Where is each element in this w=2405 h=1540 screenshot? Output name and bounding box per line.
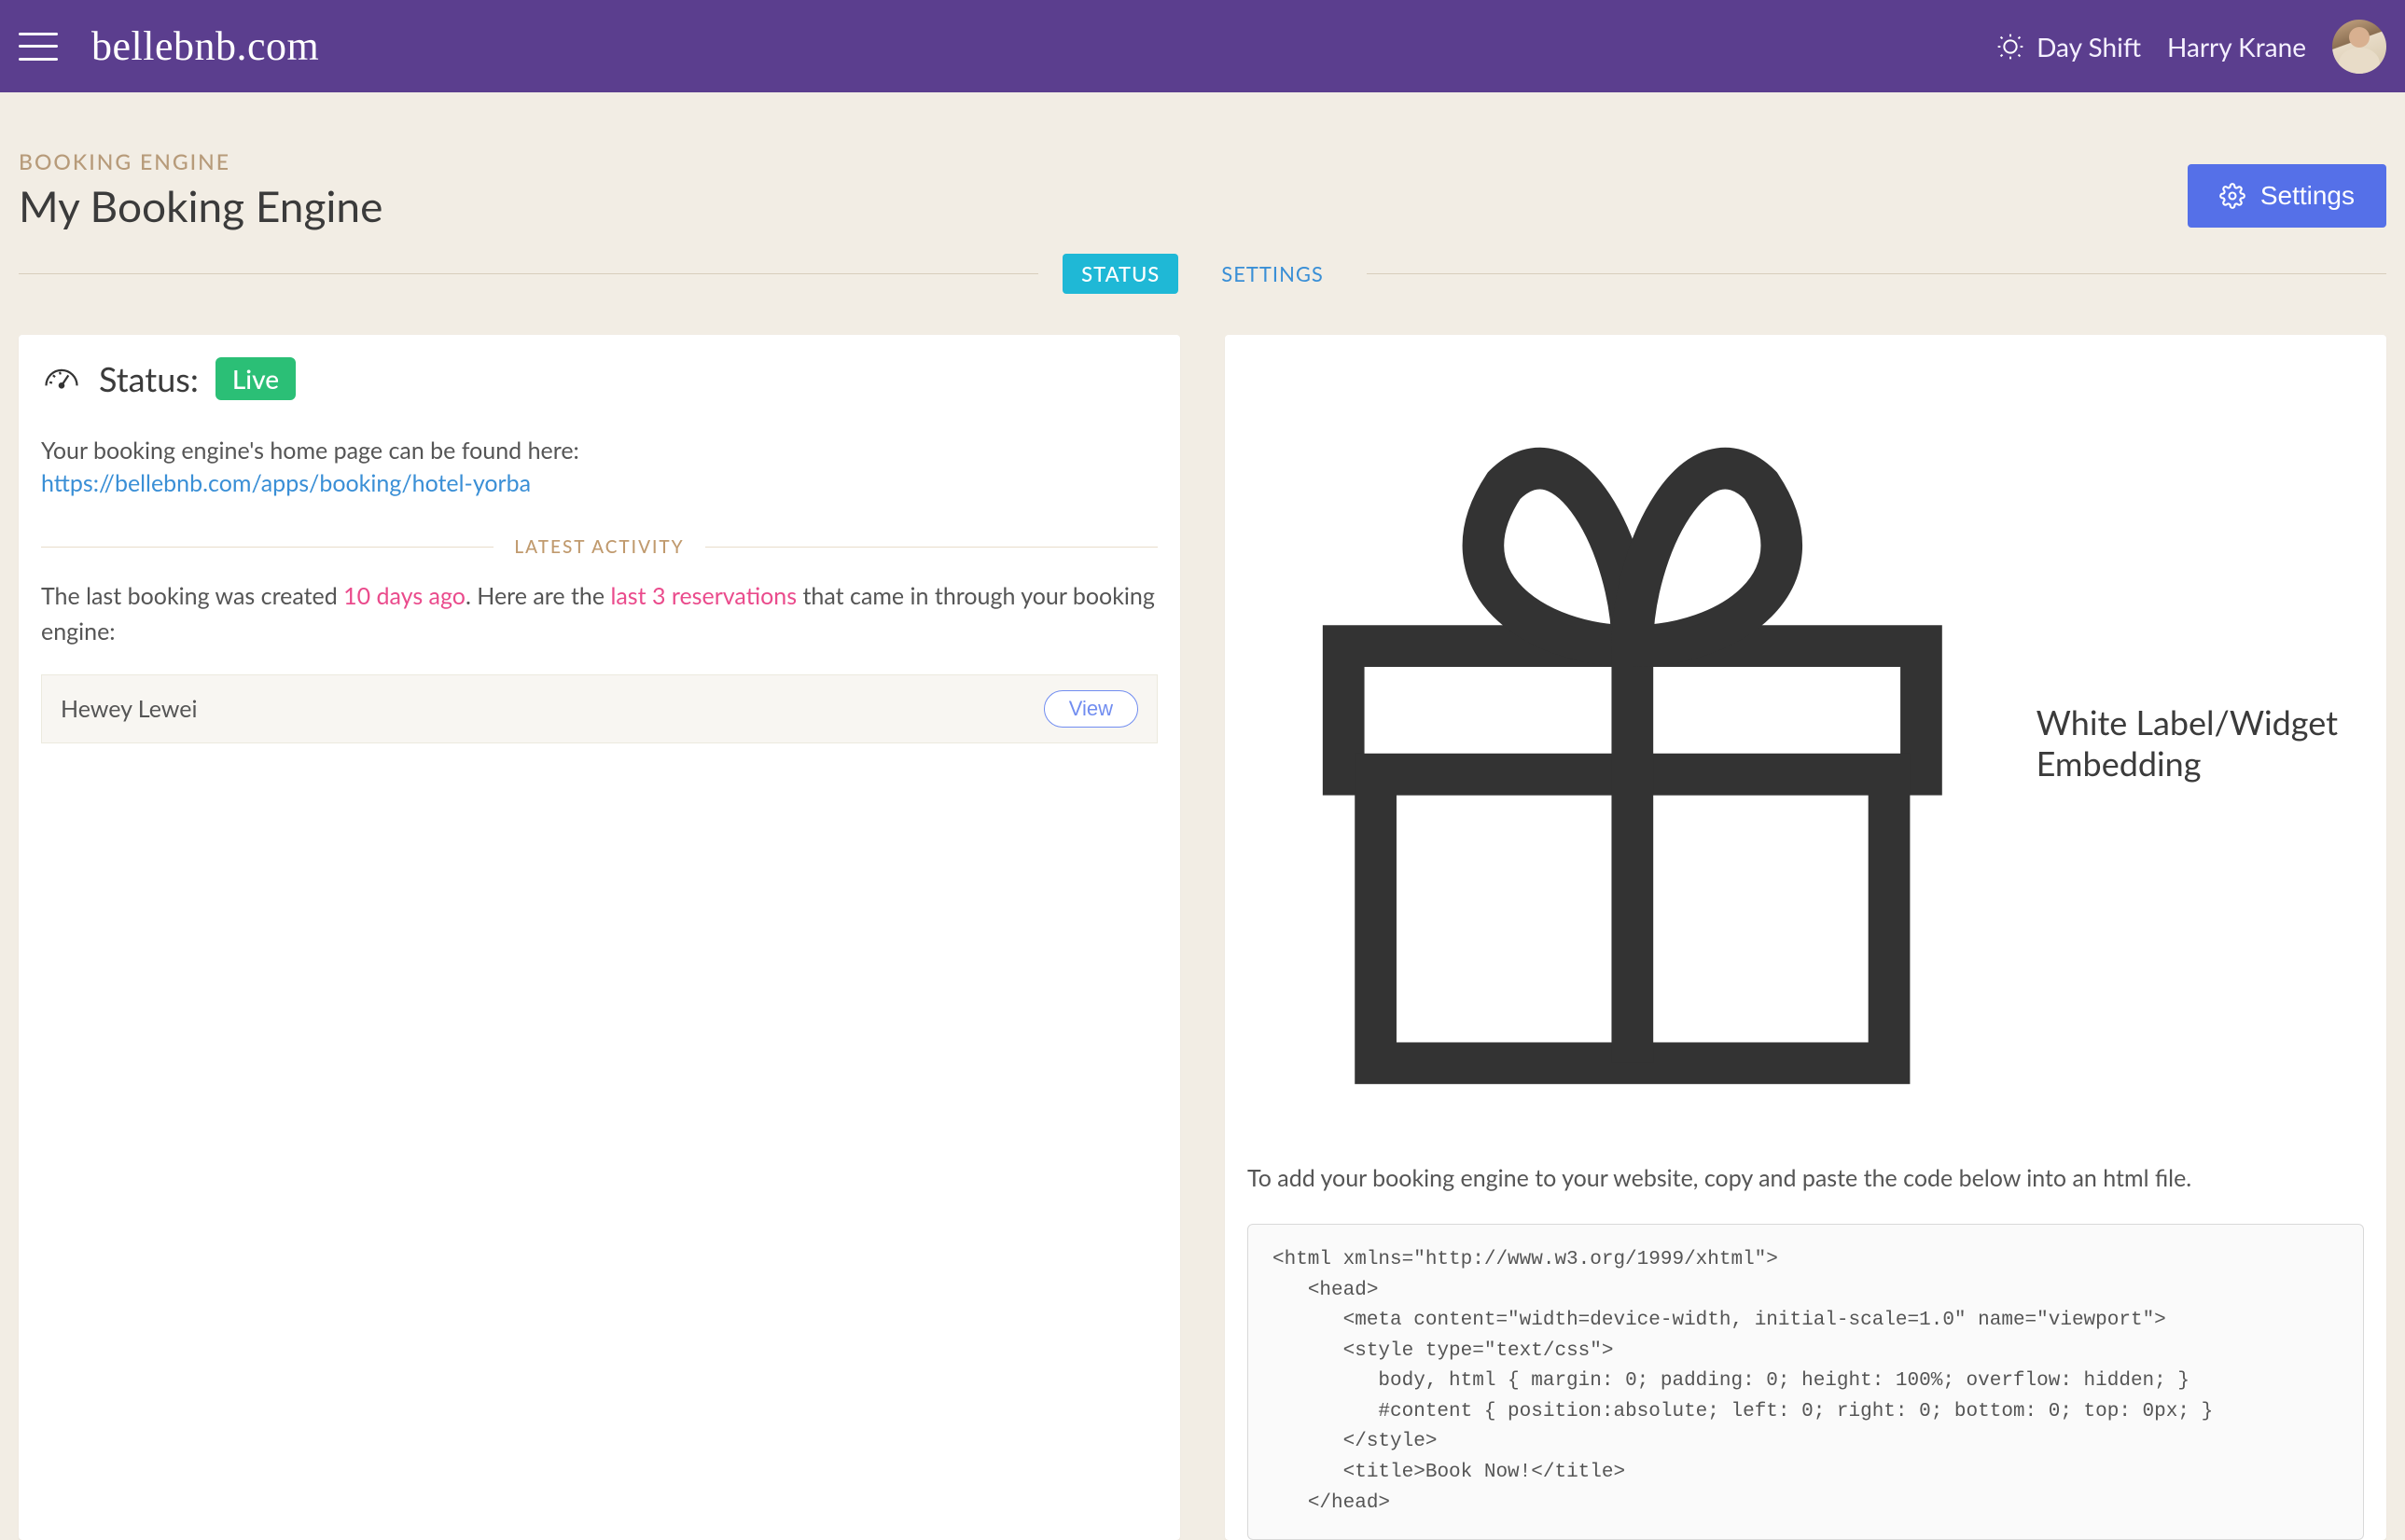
- embed-code[interactable]: <html xmlns="http://www.w3.org/1999/xhtm…: [1247, 1224, 2364, 1540]
- activity-reservation-count: last 3 reservations: [610, 582, 797, 610]
- page-header: BOOKING ENGINE My Booking Engine Setting…: [19, 148, 2386, 231]
- reservation-name: Hewey Lewei: [61, 695, 1044, 723]
- brand-logo[interactable]: bellebnb.com: [91, 22, 319, 70]
- embed-heading: White Label/Widget Embedding: [2037, 701, 2364, 784]
- gift-icon: [1247, 357, 2018, 1128]
- settings-button[interactable]: Settings: [2188, 164, 2386, 228]
- breadcrumb: BOOKING ENGINE: [19, 148, 2169, 174]
- activity-text: The last booking was created 10 days ago…: [41, 578, 1158, 651]
- page-content: BOOKING ENGINE My Booking Engine Setting…: [0, 92, 2405, 1540]
- status-badge: Live: [215, 357, 296, 400]
- topbar: bellebnb.com Day Shift Harry Krane: [0, 0, 2405, 92]
- page-titles: BOOKING ENGINE My Booking Engine: [19, 148, 2169, 231]
- activity-days-ago: 10 days ago: [343, 582, 466, 610]
- latest-activity-divider: LATEST ACTIVITY: [41, 536, 1158, 558]
- tabs: STATUS SETTINGS: [1038, 254, 1367, 294]
- view-button[interactable]: View: [1044, 690, 1138, 728]
- status-heading: Status:: [99, 358, 199, 399]
- embed-lead: To add your booking engine to your websi…: [1247, 1161, 2364, 1197]
- settings-button-label: Settings: [2260, 181, 2355, 211]
- tabs-row: STATUS SETTINGS: [19, 254, 2386, 294]
- latest-activity-label: LATEST ACTIVITY: [494, 536, 704, 558]
- user-name[interactable]: Harry Krane: [2167, 31, 2306, 62]
- embed-card: White Label/Widget Embedding To add your…: [1225, 335, 2386, 1540]
- tab-settings[interactable]: SETTINGS: [1202, 254, 1342, 294]
- page-title: My Booking Engine: [19, 180, 2169, 231]
- cards-row: Status: Live Your booking engine's home …: [19, 335, 2386, 1540]
- gauge-icon: [41, 358, 82, 399]
- sun-icon: [1995, 32, 2025, 62]
- avatar[interactable]: [2332, 20, 2386, 74]
- embed-card-title: White Label/Widget Embedding: [1247, 357, 2364, 1128]
- reservation-row: Hewey Lewei View: [41, 674, 1158, 743]
- status-lead: Your booking engine's home page can be f…: [41, 434, 1158, 469]
- divider-right: [1367, 273, 2386, 274]
- booking-engine-url[interactable]: https://bellebnb.com/apps/booking/hotel-…: [41, 469, 531, 497]
- gear-icon: [2219, 183, 2245, 209]
- topbar-right: Day Shift Harry Krane: [1995, 20, 2386, 74]
- status-card: Status: Live Your booking engine's home …: [19, 335, 1180, 1540]
- shift-label: Day Shift: [2037, 31, 2141, 62]
- shift-indicator[interactable]: Day Shift: [1995, 31, 2141, 62]
- tab-status[interactable]: STATUS: [1063, 254, 1178, 294]
- status-card-title: Status: Live: [41, 357, 1158, 400]
- menu-icon[interactable]: [19, 33, 58, 61]
- divider-left: [19, 273, 1038, 274]
